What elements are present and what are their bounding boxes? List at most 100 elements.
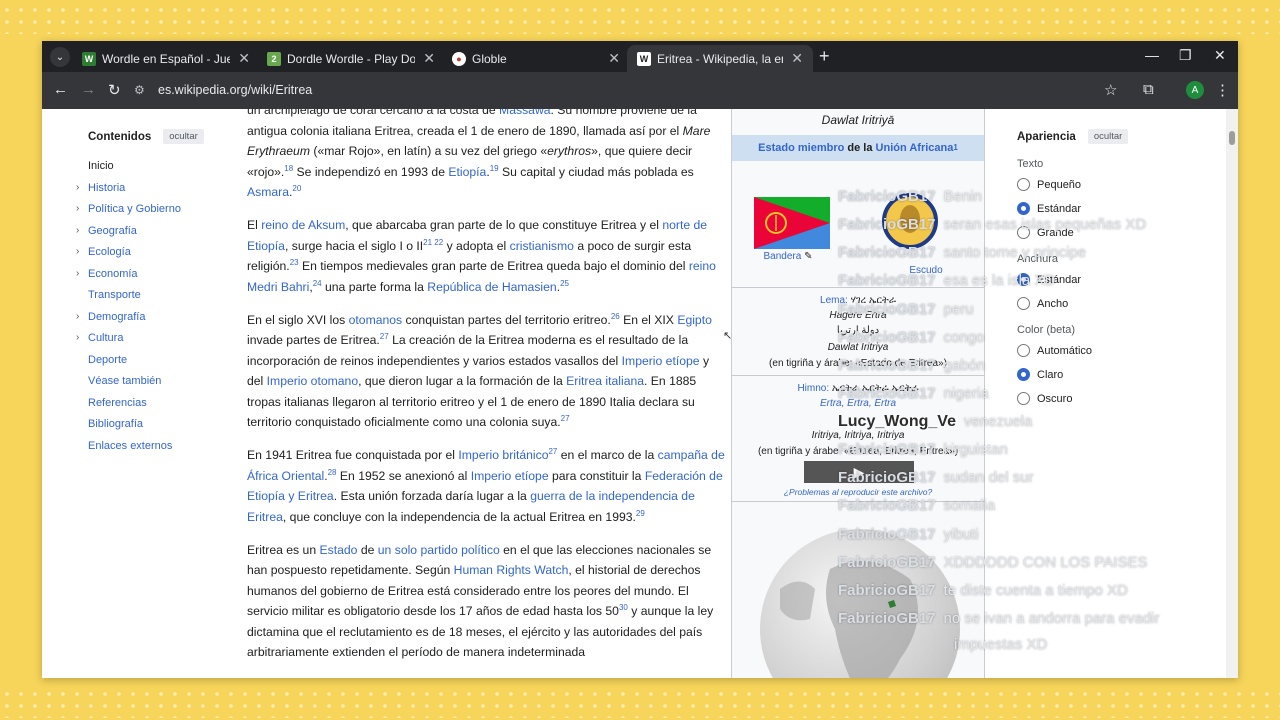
color-radio[interactable]: Automático	[1017, 344, 1207, 357]
menu-dots-icon[interactable]: ⋮	[1215, 81, 1230, 99]
toc-item[interactable]: › Ecología	[76, 246, 248, 258]
chat-username: FabricioGB17	[838, 385, 936, 402]
toc-item[interactable]: › Política y Gobierno	[76, 203, 248, 215]
article-link[interactable]: un solo partido político	[378, 543, 500, 557]
chevron-right-icon[interactable]: ›	[76, 268, 79, 279]
citation-ref[interactable]: 26	[611, 311, 620, 320]
toc-item[interactable]: › Demografía	[76, 311, 248, 323]
citation-ref[interactable]: 24	[313, 278, 322, 287]
citation-ref[interactable]: 30	[619, 603, 628, 612]
toc-item[interactable]: Transporte	[88, 289, 248, 301]
toc-item[interactable]: Referencias	[88, 397, 248, 409]
tab-globle[interactable]: ● Globle ✕	[442, 45, 630, 72]
minimize-icon[interactable]: —	[1145, 47, 1159, 63]
chat-text: no se ivan a andorra para evadir	[943, 610, 1160, 627]
citation-ref[interactable]: 21 22	[423, 237, 443, 246]
citation-ref[interactable]: 20	[292, 184, 301, 193]
close-tab-icon[interactable]: ✕	[423, 50, 435, 67]
citation-ref[interactable]: 27	[380, 332, 389, 341]
chevron-right-icon[interactable]: ›	[76, 311, 79, 322]
member-connector: de la	[844, 142, 876, 154]
restore-icon[interactable]: ❐	[1179, 47, 1192, 64]
forward-arrow-icon[interactable]: →	[81, 81, 96, 98]
reload-icon[interactable]: ↻	[108, 81, 121, 99]
eritrea-flag[interactable]	[754, 197, 830, 249]
citation-ref[interactable]: 25	[560, 278, 569, 287]
color-radio[interactable]: Oscuro	[1017, 392, 1207, 405]
article-link[interactable]: cristianismo	[510, 239, 574, 253]
article-paragraph: Eritrea es un Estado de un solo partido …	[247, 542, 714, 660]
text-size-radio[interactable]: Estándar	[1017, 202, 1207, 215]
toc-item[interactable]: Enlaces externos	[88, 440, 248, 452]
toc-item[interactable]: Bibliografía	[88, 418, 248, 430]
radio-button-icon[interactable]	[1017, 344, 1030, 357]
article-link[interactable]: Imperio británico	[458, 448, 548, 462]
appearance-hide-button[interactable]: ocultar	[1087, 129, 1129, 144]
toc-item[interactable]: Inicio	[88, 160, 248, 172]
toc-item[interactable]: › Economía	[76, 268, 248, 280]
radio-button-icon[interactable]	[1017, 392, 1030, 405]
article-link[interactable]: otomanos	[349, 313, 403, 327]
radio-button-icon[interactable]	[1017, 178, 1030, 191]
text-size-radio[interactable]: Pequeño	[1017, 178, 1207, 191]
bookmark-star-icon[interactable]: ☆	[1104, 81, 1117, 99]
member-state-link[interactable]: Estado miembro	[758, 142, 844, 154]
chevron-right-icon[interactable]: ›	[76, 246, 79, 257]
chevron-right-icon[interactable]: ›	[76, 182, 79, 193]
tab-search-button[interactable]: ⌄	[50, 47, 70, 67]
toc-item[interactable]: Véase también	[88, 375, 248, 387]
article-link[interactable]: República de Hamasien	[427, 280, 556, 294]
article-link[interactable]: Egipto	[677, 313, 712, 327]
toc-hide-button[interactable]: ocultar	[163, 129, 204, 144]
new-tab-icon[interactable]: +	[819, 46, 830, 67]
tab-eritrea-wikipedia[interactable]: W Eritrea - Wikipedia, la enciclope ✕	[627, 45, 813, 72]
site-info-icon[interactable]: ⚙	[134, 83, 148, 97]
toc-item[interactable]: Deporte	[88, 354, 248, 366]
toc-item[interactable]: › Geografía	[76, 225, 248, 237]
close-tab-icon[interactable]: ✕	[791, 50, 803, 67]
close-window-icon[interactable]: ✕	[1214, 47, 1226, 64]
color-radio[interactable]: Claro	[1017, 368, 1207, 381]
player-help-link[interactable]: ¿Problemas al reproducir este archivo?	[732, 487, 984, 497]
chevron-right-icon[interactable]: ›	[76, 203, 79, 214]
article-link[interactable]: reino de Aksum	[261, 218, 345, 232]
citation-ref[interactable]: 27	[548, 447, 557, 456]
extensions-icon[interactable]: ⧉	[1143, 81, 1154, 98]
back-arrow-icon[interactable]: ←	[53, 81, 68, 98]
close-tab-icon[interactable]: ✕	[608, 50, 620, 67]
article-link[interactable]: Asmara	[247, 185, 289, 199]
citation-ref[interactable]: 29	[636, 508, 645, 517]
close-tab-icon[interactable]: ✕	[238, 50, 250, 67]
article-link[interactable]: Etiopía	[448, 165, 486, 179]
article-link[interactable]: Imperio etíope	[471, 469, 549, 483]
article-link[interactable]: Massawa	[499, 109, 550, 117]
profile-avatar[interactable]: A	[1186, 81, 1204, 99]
chevron-right-icon[interactable]: ›	[76, 332, 79, 343]
citation-ref[interactable]: 28	[328, 467, 337, 476]
citation-ref[interactable]: 27	[561, 414, 570, 423]
article-link[interactable]: Eritrea italiana	[566, 374, 644, 388]
radio-button-icon[interactable]	[1017, 368, 1030, 381]
article-link[interactable]: Human Rights Watch	[454, 563, 569, 577]
toc-item[interactable]: › Cultura	[76, 332, 248, 344]
citation-ref[interactable]: 18	[284, 163, 293, 172]
african-union-link[interactable]: Unión Africana	[876, 142, 954, 154]
radio-button-icon[interactable]	[1017, 297, 1030, 310]
radio-button-icon[interactable]	[1017, 202, 1030, 215]
location-globe-map[interactable]	[760, 529, 960, 678]
table-of-contents: Contenidos ocultar Inicio › Historia › Polít…	[76, 129, 248, 452]
tab-dordle[interactable]: 2 Dordle Wordle - Play Dordle Ga ✕	[257, 45, 445, 72]
article-link[interactable]: Estado	[319, 543, 357, 557]
citation-ref[interactable]: 19	[490, 163, 499, 172]
address-bar[interactable]: ⚙ es.wikipedia.org/wiki/Eritrea	[134, 76, 1124, 104]
scrollbar-thumb[interactable]	[1229, 131, 1235, 145]
toc-item[interactable]: › Historia	[76, 182, 248, 194]
tab-wordle[interactable]: W Wordle en Español - Juega Wor ✕	[72, 45, 260, 72]
article-link[interactable]: Imperio otomano	[267, 374, 358, 388]
citation-ref[interactable]: 23	[290, 258, 299, 267]
width-radio[interactable]: Ancho	[1017, 297, 1207, 310]
page-scrollbar[interactable]	[1226, 109, 1238, 678]
article-link[interactable]: Imperio etíope	[622, 354, 700, 368]
chat-username: FabricioGB17	[838, 188, 936, 205]
chevron-right-icon[interactable]: ›	[76, 225, 79, 236]
